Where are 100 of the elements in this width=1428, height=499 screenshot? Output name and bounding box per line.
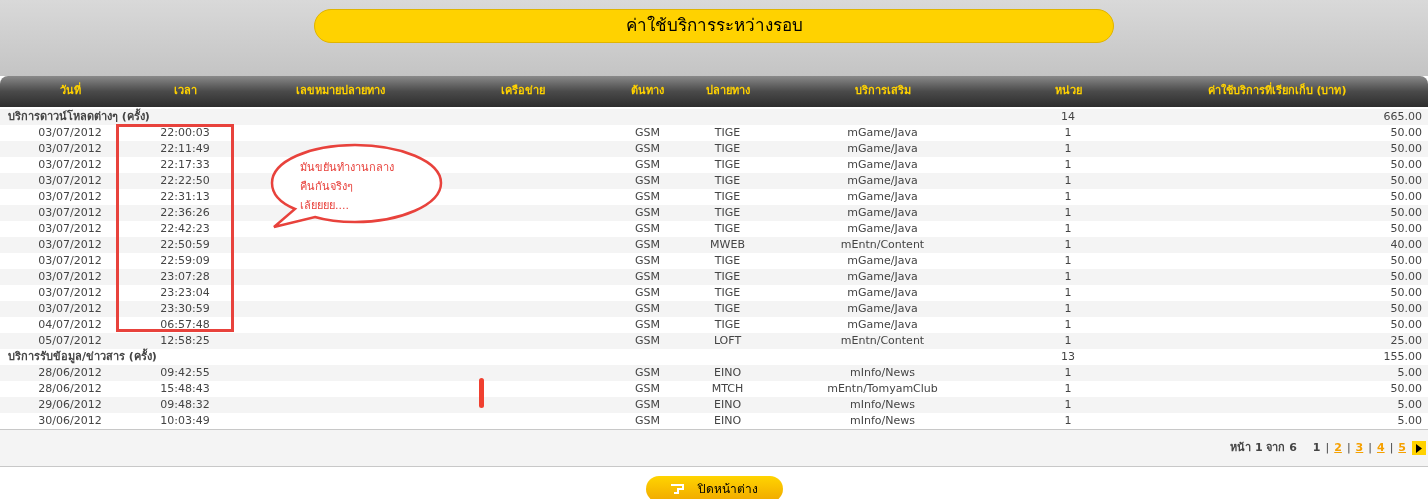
group-units: 14	[1060, 109, 1076, 125]
table-cell-text: MWEB	[709, 237, 746, 253]
play-icon	[1416, 443, 1422, 453]
table-cell-text: TIGE	[713, 173, 742, 189]
table-cell-text: 22:17:33	[159, 157, 211, 173]
table-cell-text: mGame/Java	[846, 253, 919, 269]
table-cell-text: 22:31:13	[159, 189, 211, 205]
current-page[interactable]: 1	[1312, 439, 1321, 457]
table-cell-text: EINO	[712, 365, 743, 381]
table-cell-text: mEntn/Content	[839, 333, 926, 349]
table-cell-text: GSM	[634, 301, 661, 317]
table-cell-text: 1	[1063, 397, 1073, 413]
page-separator: |	[1389, 439, 1394, 456]
column-header: ต้นทาง	[630, 83, 665, 100]
table-cell-text: 22:22:50	[159, 173, 211, 189]
page-title: ค่าใช้บริการระหว่างรอบ	[314, 9, 1114, 43]
pen-stroke	[479, 378, 484, 408]
table-cell-text: 5.00	[1396, 365, 1423, 381]
table-cell-text: 5.00	[1396, 413, 1423, 429]
table-cell-text: GSM	[634, 205, 661, 221]
table-cell-text: 50.00	[1389, 253, 1423, 269]
table-cell-text: 30/06/2012	[37, 413, 103, 429]
table-cell-text: EINO	[712, 413, 743, 429]
table-cell-text: 03/07/2012	[37, 221, 103, 237]
table-cell-text: 50.00	[1389, 285, 1423, 301]
column-header: ค่าใช้บริการที่เรียกเก็บ (บาท)	[1206, 83, 1348, 100]
table-cell-text: 1	[1063, 333, 1073, 349]
table-cell-text: TIGE	[713, 125, 742, 141]
table-cell-text: 09:48:32	[159, 397, 211, 413]
table-cell-text: 50.00	[1389, 173, 1423, 189]
page-link[interactable]: 3	[1355, 439, 1364, 457]
table-cell-text: TIGE	[713, 269, 742, 285]
page-link[interactable]: 2	[1334, 439, 1342, 457]
table-cell-text: 1	[1063, 125, 1073, 141]
table-cell-text: GSM	[634, 141, 661, 157]
table-cell-text: 1	[1063, 237, 1073, 253]
table-cell-text: 06:57:48	[159, 317, 211, 333]
table-cell-text: 22:36:26	[159, 205, 211, 221]
table-cell-text: mGame/Java	[846, 205, 919, 221]
table-cell-text: 50.00	[1389, 381, 1423, 397]
table-cell-text: mGame/Java	[846, 141, 919, 157]
table-cell-text: 1	[1063, 253, 1073, 269]
table-cell-text: GSM	[634, 237, 661, 253]
table-cell-text: TIGE	[713, 317, 742, 333]
table-cell-text: GSM	[634, 317, 661, 333]
table-cell-text: TIGE	[713, 189, 742, 205]
table-cell-text: 50.00	[1389, 205, 1423, 221]
table-cell-text: 03/07/2012	[37, 237, 103, 253]
table-cell-text: TIGE	[713, 301, 742, 317]
table-cell-text: TIGE	[713, 221, 742, 237]
table-cell-text: 22:59:09	[159, 253, 211, 269]
table-cell-text: 29/06/2012	[37, 397, 103, 413]
table-cell-text: 1	[1063, 381, 1073, 397]
table-cell-text: TIGE	[713, 253, 742, 269]
table-cell-text: 03/07/2012	[37, 141, 103, 157]
table-cell-text: TIGE	[713, 285, 742, 301]
table-cell-text: GSM	[634, 269, 661, 285]
table-cell-text: mInfo/News	[849, 413, 916, 429]
table-cell-text: 1	[1063, 269, 1073, 285]
table-cell-text: GSM	[634, 173, 661, 189]
page-separator: |	[1325, 439, 1330, 456]
table-cell-text: 05/07/2012	[37, 333, 103, 349]
table-cell-text: GSM	[634, 157, 661, 173]
group-total: 665.00	[1382, 109, 1423, 125]
table-cell-text: 50.00	[1389, 157, 1423, 173]
next-page-button[interactable]	[1412, 441, 1426, 455]
table-cell-text: MTCH	[710, 381, 745, 397]
table-cell-text: 03/07/2012	[37, 205, 103, 221]
close-window-button[interactable]: ปิดหน้าต่าง	[645, 476, 783, 499]
table-cell-text: 1	[1063, 189, 1073, 205]
table-cell-text: 22:42:23	[159, 221, 211, 237]
column-header: หน่วย	[1053, 83, 1083, 100]
table-cell-text: 03/07/2012	[37, 301, 103, 317]
column-header: เลขหมายปลายทาง	[294, 83, 386, 100]
table-cell-text: GSM	[634, 413, 661, 429]
table-cell-text: 22:11:49	[159, 141, 211, 157]
table-cell-text: LOFT	[712, 333, 743, 349]
table-cell-text: mGame/Java	[846, 269, 919, 285]
table-cell-text: mGame/Java	[846, 189, 919, 205]
table-cell-text: 28/06/2012	[37, 365, 103, 381]
table-cell-text: EINO	[712, 397, 743, 413]
page-link[interactable]: 5	[1398, 439, 1406, 457]
page-separator: |	[1346, 439, 1351, 456]
table-cell-text: GSM	[634, 397, 661, 413]
table-cell-text: mGame/Java	[846, 157, 919, 173]
group-units: 13	[1060, 349, 1076, 365]
column-header: เครือข่าย	[499, 83, 546, 100]
table-cell-text: 03/07/2012	[37, 189, 103, 205]
table-cell-text: 1	[1063, 285, 1073, 301]
page-link[interactable]: 4	[1376, 439, 1385, 457]
table-cell-text: 04/07/2012	[37, 317, 103, 333]
table-cell-text: 5.00	[1396, 397, 1423, 413]
table-cell-text: 03/07/2012	[37, 157, 103, 173]
table-cell-text: 50.00	[1389, 125, 1423, 141]
table-cell-text: mGame/Java	[846, 125, 919, 141]
table-cell-text: 23:07:28	[159, 269, 211, 285]
page-summary: หน้า 1 จาก 6	[1230, 439, 1297, 456]
table-cell-text: 03/07/2012	[37, 253, 103, 269]
column-header: วันที่	[58, 83, 82, 100]
table-cell-text: 1	[1063, 173, 1073, 189]
